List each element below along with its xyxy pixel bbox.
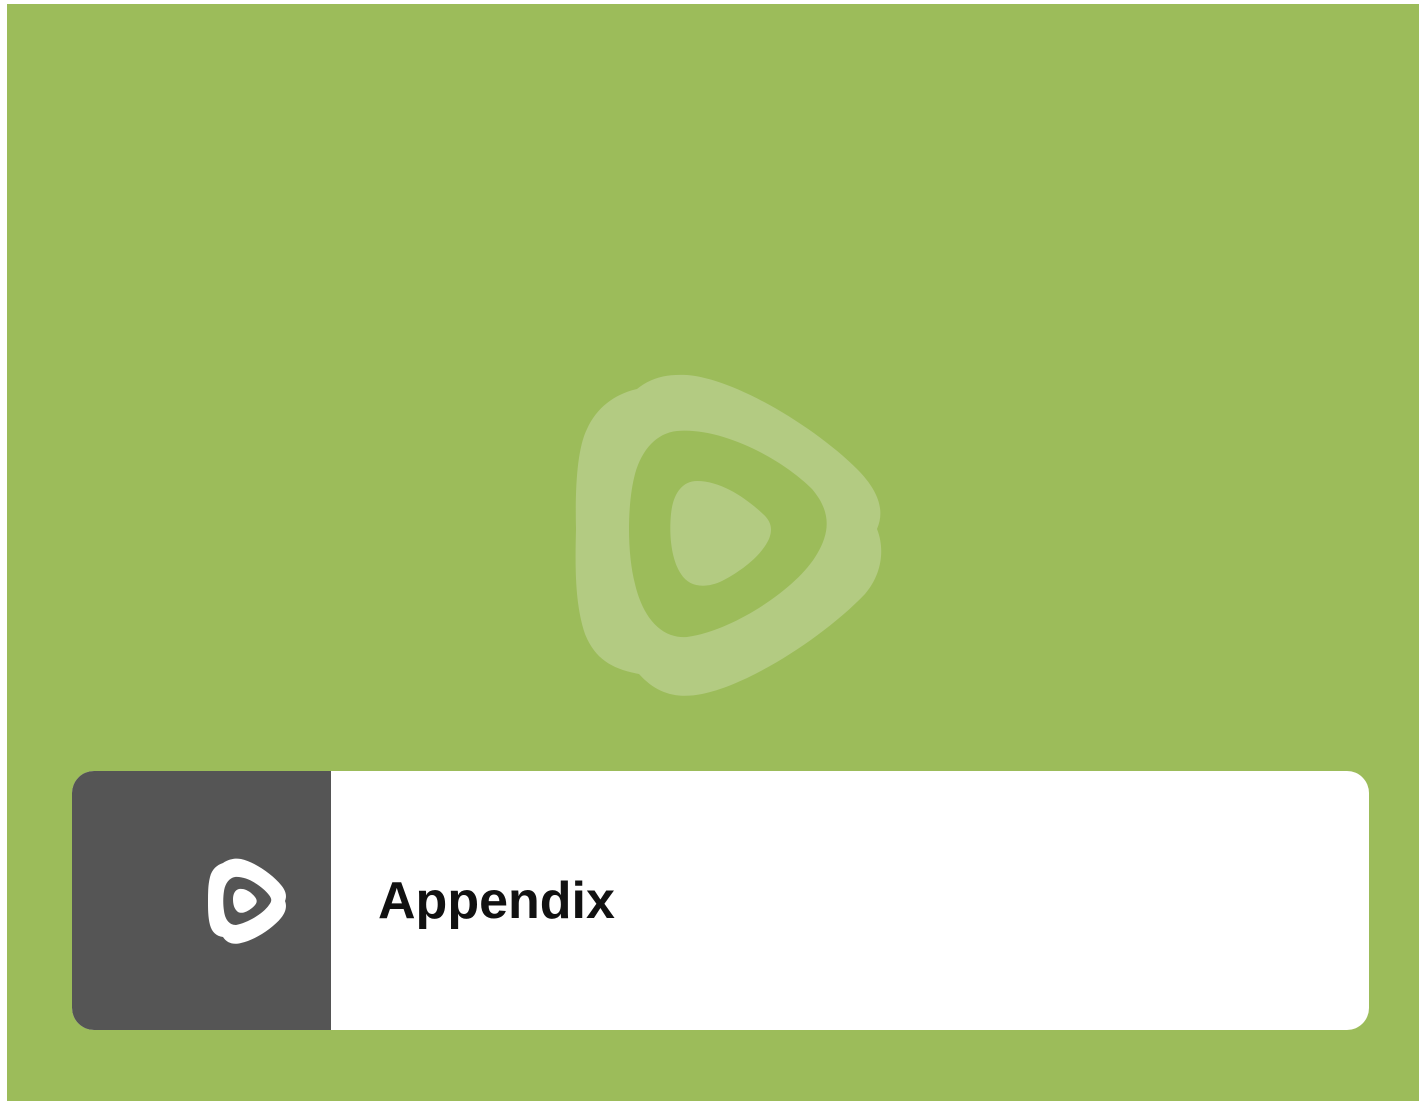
play-logo-watermark-icon [575, 374, 882, 696]
page: Appendix [0, 0, 1422, 1103]
section-title-card: Appendix [72, 771, 1369, 1030]
slide-background: Appendix [7, 4, 1419, 1101]
card-body: Appendix [331, 771, 1369, 1030]
section-title: Appendix [378, 872, 615, 930]
card-side-panel [72, 771, 331, 1030]
play-logo-icon [208, 858, 286, 944]
